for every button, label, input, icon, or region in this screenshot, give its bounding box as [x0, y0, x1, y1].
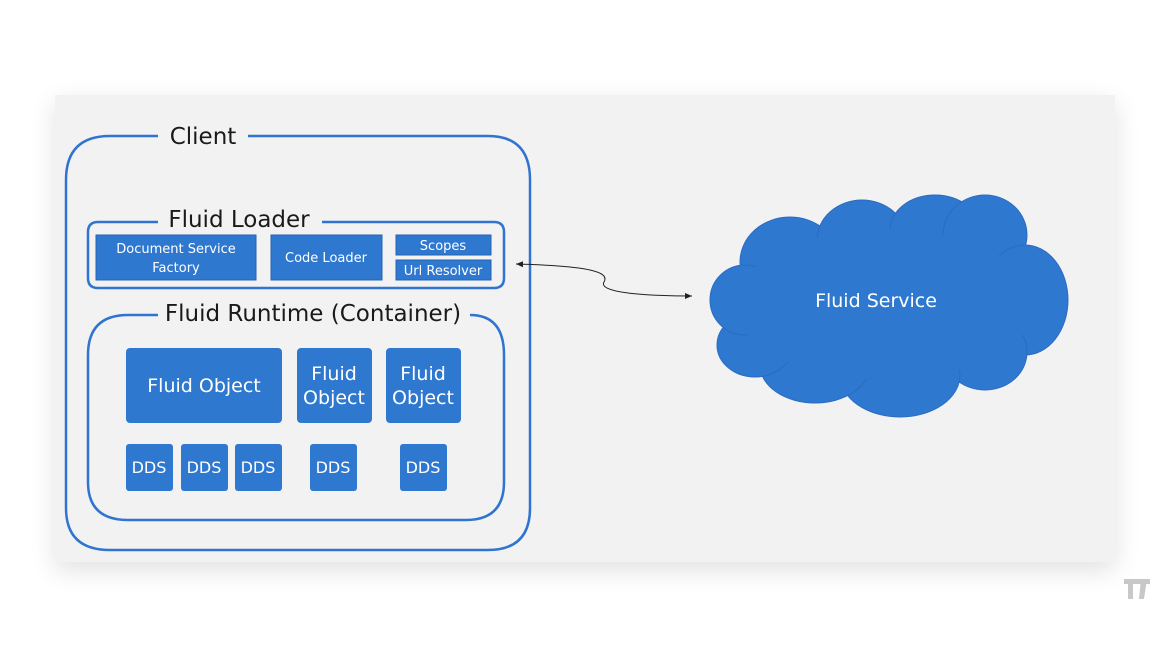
dds-box: DDS [235, 444, 282, 491]
box-label: DDS [316, 458, 351, 477]
box-label: Code Loader [285, 251, 368, 266]
dds-box: DDS [310, 444, 357, 491]
bidirectional-arrow [515, 261, 693, 299]
fluid-service-label: Fluid Service [815, 290, 937, 312]
fluid-runtime-container: Fluid Runtime (Container) Fluid Object F… [86, 301, 506, 522]
dds-box: DDS [126, 444, 173, 491]
box-label: DDS [406, 458, 441, 477]
code-loader-box: Code Loader [270, 234, 383, 281]
box-label: Scopes [420, 239, 467, 254]
box-label: DDS [187, 458, 222, 477]
client-title: Client [170, 124, 237, 150]
dds-box: DDS [400, 444, 447, 491]
box-label: Object [392, 387, 454, 409]
architecture-diagram: Client Fluid Loader Document Service Fac… [64, 124, 1150, 599]
box-label: DDS [132, 458, 167, 477]
box-label: Object [303, 387, 365, 409]
fluid-object-box: Fluid Object [126, 348, 282, 423]
fluid-loader: Fluid Loader Document Service Factory Co… [86, 207, 506, 290]
dds-box: DDS [181, 444, 228, 491]
watermark-logo [1124, 579, 1150, 599]
box-label: Factory [152, 261, 200, 276]
fluid-object-box: Fluid Object [297, 348, 372, 423]
fluid-runtime-title: Fluid Runtime (Container) [165, 301, 461, 327]
fluid-loader-title: Fluid Loader [168, 207, 310, 233]
url-resolver-box: Url Resolver [395, 259, 492, 281]
box-label: Document Service [116, 242, 236, 257]
box-label: Fluid [311, 363, 357, 385]
box-label: Url Resolver [404, 264, 483, 279]
scopes-box: Scopes [395, 234, 492, 256]
fluid-object-box: Fluid Object [386, 348, 461, 423]
box-label: DDS [241, 458, 276, 477]
box-label: Fluid [400, 363, 446, 385]
document-service-factory-box: Document Service Factory [95, 234, 257, 281]
box-label: Fluid Object [147, 375, 261, 397]
